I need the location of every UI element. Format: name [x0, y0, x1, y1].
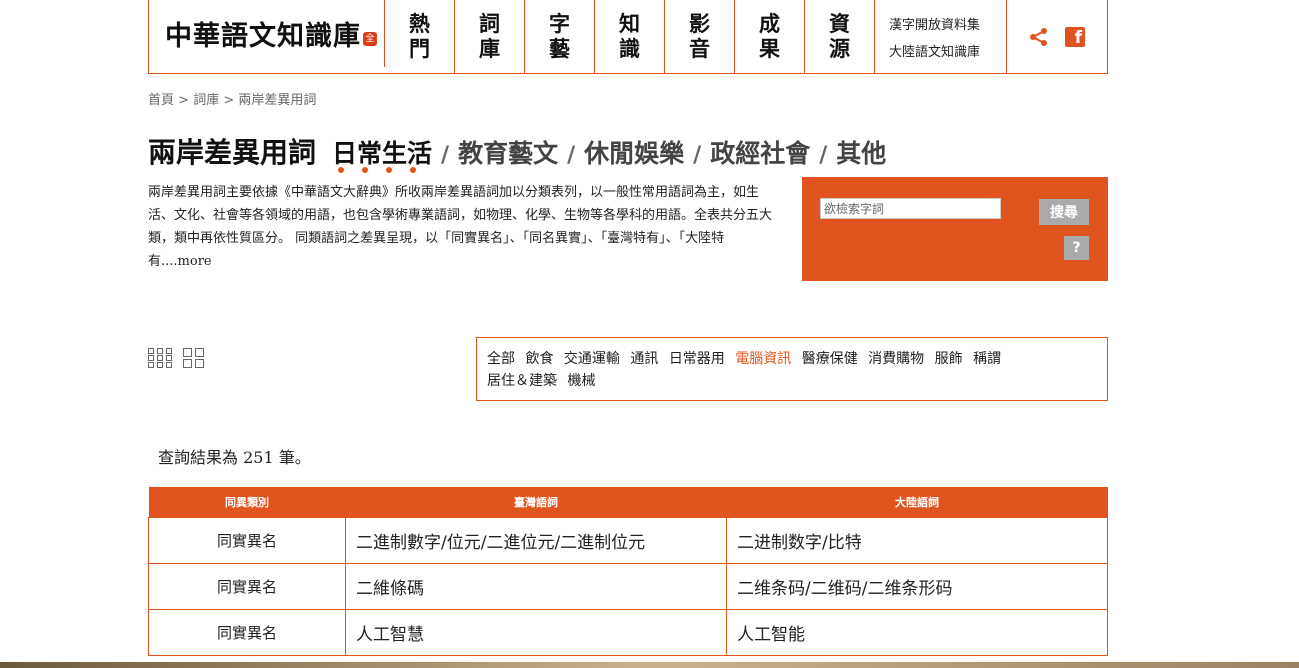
social-links: f [1007, 0, 1107, 73]
breadcrumb-current: 兩岸差異用詞 [238, 93, 317, 108]
more-link[interactable]: ....more [161, 254, 212, 269]
nav-item-knowledge[interactable]: 知識 [595, 0, 665, 73]
tab-other[interactable]: 其他 [836, 134, 886, 170]
logo-text: 中華語文知識庫 [165, 21, 361, 52]
active-tab-indicator [338, 167, 417, 173]
column-header-mainland: 大陸語詞 [726, 487, 1108, 517]
subcategory-filter: 全部 飲食 交通運輸 通訊 日常器用 電腦資訊 醫療保健 消費購物 服飾 稱謂 … [476, 337, 1108, 401]
nav-item-results[interactable]: 成果 [735, 0, 805, 73]
search-panel: 搜尋 ? [802, 177, 1108, 281]
cell-taiwan-term: 人工智慧 [345, 608, 727, 656]
intro-text: 兩岸差異用詞主要依據《中華語文大辭典》所收兩岸差異語詞加以分類表列，以一般性常用… [148, 185, 773, 269]
results-table: 同異類別 臺灣語詞 大陸語詞 同實異名 二進制數字/位元/二進位元/二進制位元 … [148, 487, 1108, 656]
search-input[interactable] [820, 198, 1001, 219]
nav-item-media[interactable]: 影音 [665, 0, 735, 73]
subcat-daily-utensils[interactable]: 日常器用 [669, 351, 725, 367]
table-header-row: 同異類別 臺灣語詞 大陸語詞 [148, 487, 1108, 517]
nav-item-lexicon[interactable]: 詞庫 [455, 0, 525, 73]
facebook-icon[interactable]: f [1065, 26, 1085, 47]
subcat-titles[interactable]: 稱謂 [973, 351, 1001, 367]
column-header-taiwan: 臺灣語詞 [345, 487, 727, 517]
side-links: 漢字開放資料集 大陸語文知識庫 [875, 0, 1007, 73]
subcat-food[interactable]: 飲食 [525, 351, 553, 367]
breadcrumb: 首頁 > 詞庫 > 兩岸差異用詞 [148, 93, 317, 108]
cell-type: 同實異名 [148, 516, 346, 564]
link-mainland-knowledge-base[interactable]: 大陸語文知識庫 [889, 41, 1006, 60]
cell-taiwan-term: 二進制數字/位元/二進位元/二進制位元 [345, 516, 727, 564]
link-open-hanzi-data[interactable]: 漢字開放資料集 [889, 14, 1006, 33]
view-mode-toggle [148, 348, 205, 368]
cell-type: 同實異名 [148, 608, 346, 656]
subcat-clothing[interactable]: 服飾 [935, 351, 963, 367]
tab-politics-society[interactable]: 政經社會 [710, 134, 810, 170]
cell-taiwan-term: 二維條碼 [345, 562, 727, 610]
share-icon[interactable] [1029, 27, 1049, 47]
tab-daily-life[interactable]: 日常生活 [332, 134, 432, 173]
table-row: 同實異名 二進制數字/位元/二進位元/二進制位元 二进制数字/比特 [148, 516, 1108, 564]
site-logo[interactable]: 中華語文知識庫 全 [149, 0, 385, 67]
search-button[interactable]: 搜尋 [1039, 199, 1089, 225]
nav-item-hot[interactable]: 熱門 [385, 0, 455, 73]
bottom-decoration [0, 662, 1299, 668]
site-header: 中華語文知識庫 全 熱門 詞庫 字藝 知識 影音 成果 資源 漢字開放資料集 大… [148, 0, 1108, 74]
cell-mainland-term: 二维条码/二维码/二维条形码 [726, 562, 1108, 610]
result-count: 查詢結果為 251 筆。 [158, 448, 311, 467]
subcat-shopping[interactable]: 消費購物 [868, 351, 924, 367]
title-row: 兩岸差異用詞 日常生活 / 教育藝文 / 休閒娛樂 / 政經社會 / 其他 [148, 131, 1108, 173]
table-row: 同實異名 二維條碼 二维条码/二维码/二维条形码 [148, 562, 1108, 610]
subcat-medical[interactable]: 醫療保健 [802, 351, 858, 367]
tab-leisure[interactable]: 休閒娛樂 [584, 134, 684, 170]
grid-view-icon[interactable] [183, 348, 205, 368]
tab-education-arts[interactable]: 教育藝文 [458, 134, 558, 170]
logo-seal: 全 [363, 31, 377, 46]
nav-item-resources[interactable]: 資源 [805, 0, 875, 73]
table-row: 同實異名 人工智慧 人工智能 [148, 608, 1108, 656]
list-view-icon[interactable] [148, 348, 173, 368]
nav-item-calligraphy[interactable]: 字藝 [525, 0, 595, 73]
cell-mainland-term: 二进制数字/比特 [726, 516, 1108, 564]
main-nav: 熱門 詞庫 字藝 知識 影音 成果 資源 [385, 0, 875, 73]
breadcrumb-lexicon[interactable]: 詞庫 [193, 93, 219, 108]
subcat-housing[interactable]: 居住＆建築 [487, 373, 557, 389]
subcat-transport[interactable]: 交通運輸 [564, 351, 620, 367]
page-title: 兩岸差異用詞 [148, 136, 317, 169]
help-button[interactable]: ? [1064, 236, 1089, 260]
subcat-all[interactable]: 全部 [487, 351, 515, 367]
cell-type: 同實異名 [148, 562, 346, 610]
subcat-computing[interactable]: 電腦資訊 [735, 351, 791, 367]
subcat-communication[interactable]: 通訊 [630, 351, 658, 367]
cell-mainland-term: 人工智能 [726, 608, 1108, 656]
breadcrumb-home[interactable]: 首頁 [148, 93, 174, 108]
column-header-type: 同異類別 [148, 487, 346, 517]
subcat-machinery[interactable]: 機械 [567, 373, 595, 389]
